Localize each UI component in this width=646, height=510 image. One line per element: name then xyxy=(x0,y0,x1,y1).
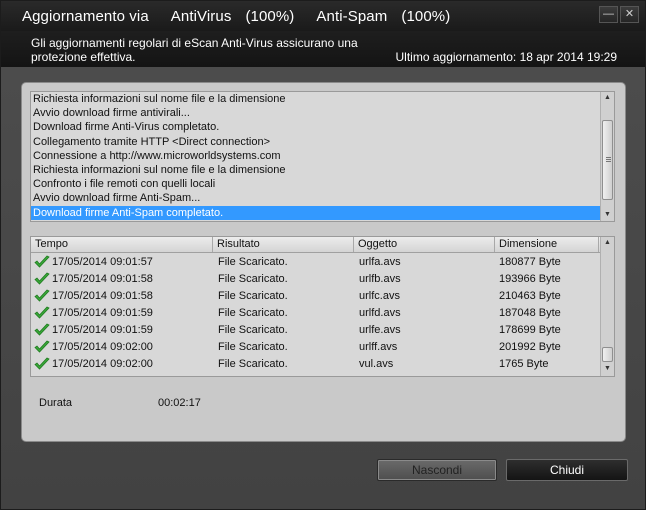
check-icon xyxy=(34,357,50,370)
col-risultato[interactable]: Risultato xyxy=(213,237,354,252)
scroll-down-icon[interactable]: ▼ xyxy=(601,364,614,374)
update-window: Aggiornamento via AntiVirus (100%) Anti-Spa… xyxy=(0,0,646,510)
cell-risultato: File Scaricato. xyxy=(218,306,288,319)
table-scrollbar[interactable]: ▲ ▼ xyxy=(600,237,614,376)
cell-dimensione: 210463 Byte xyxy=(499,289,561,302)
cell-dimensione: 1765 Byte xyxy=(499,357,549,370)
cell-oggetto: vul.avs xyxy=(359,357,394,370)
table-row[interactable]: 17/05/2014 09:02:00 File Scaricato. vul.av… xyxy=(31,355,614,372)
scroll-down-icon[interactable]: ▼ xyxy=(601,210,614,220)
title-bar: Aggiornamento via AntiVirus (100%) Anti-Spa… xyxy=(1,1,645,31)
cell-dimensione: 187048 Byte xyxy=(499,306,561,319)
main-area: Richiesta informazioni sul nome file e l… xyxy=(1,67,645,509)
cell-tempo: 17/05/2014 09:02:00 xyxy=(31,357,213,371)
cell-oggetto: urlfc.avs xyxy=(359,289,400,302)
check-icon xyxy=(34,272,50,285)
cell-dimensione: 178699 Byte xyxy=(499,323,561,336)
col-tempo[interactable]: Tempo xyxy=(31,237,213,252)
cell-risultato: File Scaricato. xyxy=(218,272,288,285)
log-line[interactable]: Richiesta informazioni sul nome file e l… xyxy=(31,163,614,177)
table-body: 17/05/2014 09:01:57 File Scaricato. urlfa.… xyxy=(31,253,614,372)
close-icon: ✕ xyxy=(624,8,635,20)
cell-risultato: File Scaricato. xyxy=(218,289,288,302)
cell-tempo: 17/05/2014 09:01:59 xyxy=(31,323,213,337)
title-antispam-label: Anti-Spam xyxy=(316,8,388,25)
log-line[interactable]: Download firme Anti-Virus completato. xyxy=(31,120,614,134)
cell-tempo-text: 17/05/2014 09:01:58 xyxy=(52,272,153,285)
cell-dimensione: 193966 Byte xyxy=(499,272,561,285)
cell-tempo-text: 17/05/2014 09:01:59 xyxy=(52,306,153,319)
cell-risultato: File Scaricato. xyxy=(218,323,288,336)
cell-oggetto: urlfe.avs xyxy=(359,323,401,336)
cell-dimensione: 201992 Byte xyxy=(499,340,561,353)
minimize-icon: — xyxy=(603,8,614,20)
cell-oggetto: urlfb.avs xyxy=(359,272,401,285)
check-icon xyxy=(34,323,50,336)
close-button[interactable]: Chiudi xyxy=(506,459,628,481)
check-icon xyxy=(34,289,50,302)
content-panel: Richiesta informazioni sul nome file e l… xyxy=(21,82,626,442)
log-line-selected[interactable]: Download firme Anti-Spam completato. xyxy=(31,205,614,220)
log-scrollbar[interactable]: ▲ ▼ xyxy=(600,92,614,221)
cell-tempo-text: 17/05/2014 09:02:00 xyxy=(52,357,153,370)
cell-risultato: File Scaricato. xyxy=(218,340,288,353)
log-line[interactable]: Avvio download firme Anti-Spam... xyxy=(31,191,614,205)
cell-tempo: 17/05/2014 09:01:58 xyxy=(31,272,213,286)
cell-risultato: File Scaricato. xyxy=(218,357,288,370)
log-line[interactable]: Confronto i file remoti con quelli local… xyxy=(31,177,614,191)
table-row[interactable]: 17/05/2014 09:02:00 File Scaricato. urlff.… xyxy=(31,338,614,355)
close-window-button[interactable]: ✕ xyxy=(620,6,639,23)
duration-label: Durata xyxy=(39,397,73,409)
table-row[interactable]: 17/05/2014 09:01:58 File Scaricato. urlfb.… xyxy=(31,270,614,287)
cell-tempo: 17/05/2014 09:02:00 xyxy=(31,340,213,354)
table-row[interactable]: 17/05/2014 09:01:57 File Scaricato. urlfa.… xyxy=(31,253,614,270)
log-list[interactable]: Richiesta informazioni sul nome file e l… xyxy=(30,91,615,222)
cell-tempo-text: 17/05/2014 09:02:00 xyxy=(52,340,153,353)
cell-tempo-text: 17/05/2014 09:01:59 xyxy=(52,323,153,336)
minimize-button[interactable]: — xyxy=(599,6,618,23)
log-line[interactable]: Richiesta informazioni sul nome file e l… xyxy=(31,92,614,106)
cell-risultato: File Scaricato. xyxy=(218,255,288,268)
log-line[interactable]: Avvio download firme antivirali... xyxy=(31,106,614,120)
hide-button[interactable]: Nascondi xyxy=(377,459,497,481)
cell-tempo: 17/05/2014 09:01:58 xyxy=(31,289,213,303)
header-description: Gli aggiornamenti regolari di eScan Anti… xyxy=(31,36,358,64)
info-header: Gli aggiornamenti regolari di eScan Anti… xyxy=(1,31,645,67)
log-scroll-thumb[interactable] xyxy=(602,120,613,200)
table-row[interactable]: 17/05/2014 09:01:58 File Scaricato. urlfc.… xyxy=(31,287,614,304)
cell-dimensione: 180877 Byte xyxy=(499,255,561,268)
duration-value: 00:02:17 xyxy=(158,397,201,409)
title-antivirus-label: AntiVirus xyxy=(170,8,232,25)
cell-tempo-text: 17/05/2014 09:01:57 xyxy=(52,255,153,268)
table-row[interactable]: 17/05/2014 09:01:59 File Scaricato. urlfe.… xyxy=(31,321,614,338)
scroll-up-icon[interactable]: ▲ xyxy=(601,93,614,103)
check-icon xyxy=(34,306,50,319)
table-scroll-thumb[interactable] xyxy=(602,347,613,362)
cell-tempo: 17/05/2014 09:01:57 xyxy=(31,255,213,269)
last-update-text: Ultimo aggiornamento: 18 apr 2014 19:29 xyxy=(395,50,617,64)
download-table: Tempo Risultato Oggetto Dimensione 17/05… xyxy=(30,236,615,377)
col-dimensione[interactable]: Dimensione xyxy=(495,237,599,252)
table-row[interactable]: 17/05/2014 09:01:59 File Scaricato. urlfd.… xyxy=(31,304,614,321)
check-icon xyxy=(34,340,50,353)
title-app: Aggiornamento via xyxy=(22,8,149,25)
log-line[interactable]: Connessione a http://www.microworldsyste… xyxy=(31,149,614,163)
title-antivirus-percent: (100%) xyxy=(245,8,295,25)
check-icon xyxy=(34,255,50,268)
scroll-up-icon[interactable]: ▲ xyxy=(601,238,614,248)
col-oggetto[interactable]: Oggetto xyxy=(354,237,495,252)
window-title: Aggiornamento via AntiVirus (100%) Anti-Spa… xyxy=(22,8,464,25)
table-header: Tempo Risultato Oggetto Dimensione xyxy=(31,237,614,253)
cell-tempo-text: 17/05/2014 09:01:58 xyxy=(52,289,153,302)
log-line[interactable]: Collegamento tramite HTTP <Direct connec… xyxy=(31,135,614,149)
cell-tempo: 17/05/2014 09:01:59 xyxy=(31,306,213,320)
cell-oggetto: urlff.avs xyxy=(359,340,398,353)
cell-oggetto: urlfa.avs xyxy=(359,255,401,268)
title-antispam-percent: (100%) xyxy=(401,8,451,25)
cell-oggetto: urlfd.avs xyxy=(359,306,401,319)
